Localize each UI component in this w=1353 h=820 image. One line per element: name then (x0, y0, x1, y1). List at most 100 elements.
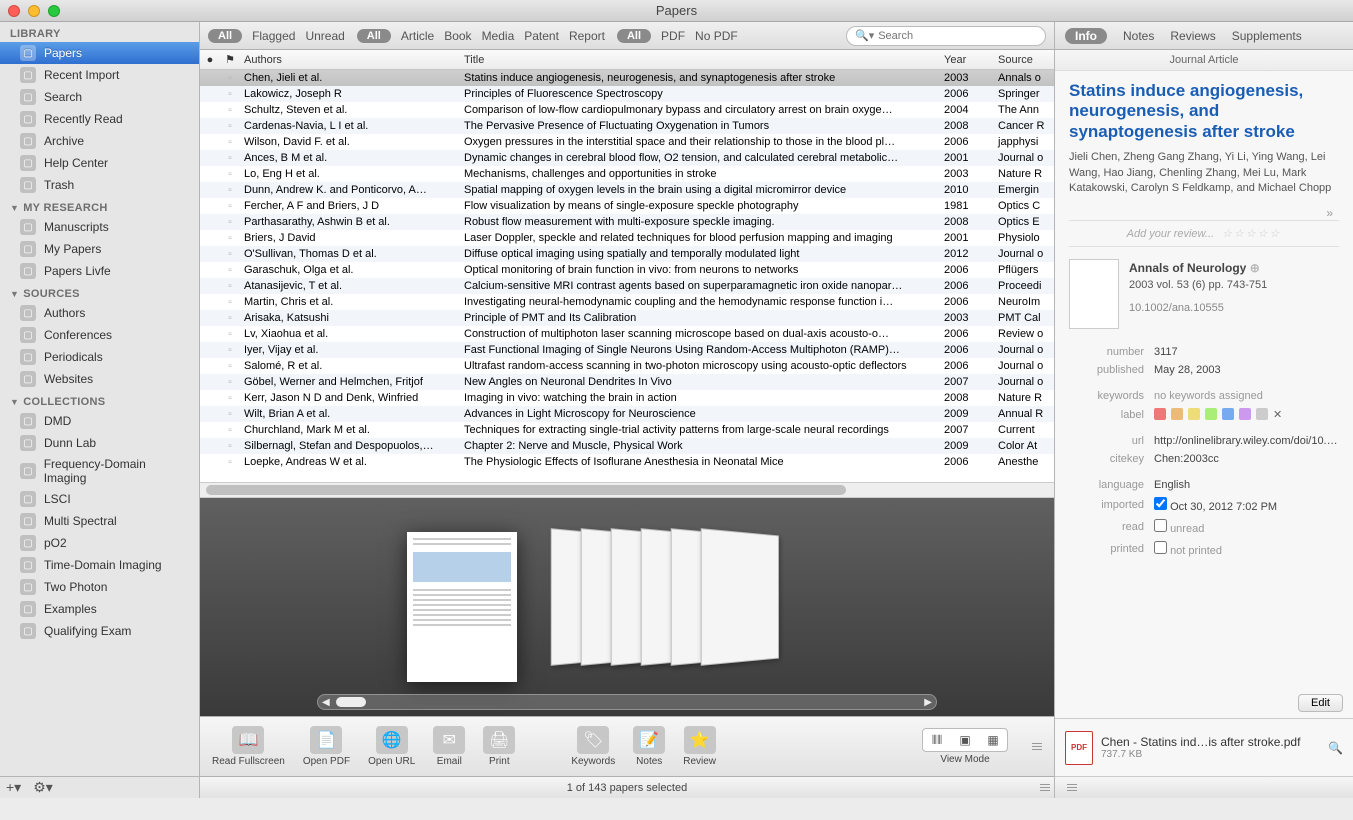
col-title[interactable]: Title (460, 54, 944, 66)
sidebar-item[interactable]: ▢Websites (0, 368, 199, 390)
toolbar-button[interactable]: 🏷Keywords (571, 726, 615, 767)
star-rating[interactable]: ☆☆☆☆☆ (1222, 227, 1281, 240)
sidebar-item[interactable]: ▢Manuscripts (0, 216, 199, 238)
review-prompt[interactable]: Add your review... ☆☆☆☆☆ (1069, 220, 1339, 247)
col-flag[interactable]: ⚑ (220, 53, 240, 66)
table-row[interactable]: ▫Churchland, Mark M et al.Techniques for… (200, 422, 1054, 438)
toolbar-button[interactable]: ⭐Review (683, 726, 716, 767)
minimize-window-button[interactable] (28, 5, 40, 17)
quicklook-icon[interactable]: 🔍 (1328, 741, 1343, 755)
sidebar-section-title[interactable]: ▼MY RESEARCH (0, 196, 199, 216)
view-mode-list-icon[interactable]: ▣ (953, 731, 977, 749)
edit-button[interactable]: Edit (1298, 694, 1343, 712)
search-box[interactable]: 🔍▾ (846, 26, 1046, 46)
filter-all-3[interactable]: All (617, 29, 651, 43)
tab-reviews[interactable]: Reviews (1170, 29, 1215, 43)
sidebar-item[interactable]: ▢LSCI (0, 488, 199, 510)
table-row[interactable]: ▫Atanasijevic, T et al.Calcium-sensitive… (200, 278, 1054, 294)
sidebar-item[interactable]: ▢pO2 (0, 532, 199, 554)
sidebar-item[interactable]: ▢Authors (0, 302, 199, 324)
sidebar-item[interactable]: ▢Recent Import (0, 64, 199, 86)
sidebar-section-title[interactable]: ▼COLLECTIONS (0, 390, 199, 410)
view-mode-grid-icon[interactable]: ▦ (981, 731, 1005, 749)
table-row[interactable]: ▫Garaschuk, Olga et al.Optical monitorin… (200, 262, 1054, 278)
filter-flagged[interactable]: Flagged (252, 29, 295, 43)
table-row[interactable]: ▫Lv, Xiaohua et al.Construction of multi… (200, 326, 1054, 342)
toolbar-button[interactable]: 📝Notes (633, 726, 665, 767)
sidebar-item[interactable]: ▢Recently Read (0, 108, 199, 130)
sidebar-item[interactable]: ▢Qualifying Exam (0, 620, 199, 642)
table-row[interactable]: ▫Arisaka, KatsushiPrinciple of PMT and I… (200, 310, 1054, 326)
tab-notes[interactable]: Notes (1123, 29, 1154, 43)
tab-info[interactable]: Info (1065, 28, 1107, 44)
col-unread[interactable]: ● (200, 54, 220, 66)
filter-media[interactable]: Media (482, 29, 515, 43)
sidebar-item[interactable]: ▢Periodicals (0, 346, 199, 368)
zoom-window-button[interactable] (48, 5, 60, 17)
settings-gear-icon[interactable]: ⚙▾ (33, 779, 53, 796)
meta-url[interactable]: http://onlinelibrary.wiley.com/doi/10.… (1154, 435, 1339, 447)
sidebar-item[interactable]: ▢Dunn Lab (0, 432, 199, 454)
table-row[interactable]: ▫Schultz, Steven et al.Comparison of low… (200, 102, 1054, 118)
table-row[interactable]: ▫Martin, Chris et al.Investigating neura… (200, 294, 1054, 310)
sidebar-item[interactable]: ▢Papers Livfe (0, 260, 199, 282)
table-row[interactable]: ▫Silbernagl, Stefan and Despopuolos,…Cha… (200, 438, 1054, 454)
table-row[interactable]: ▫Fercher, A F and Briers, J DFlow visual… (200, 198, 1054, 214)
table-row[interactable]: ▫Briers, J DavidLaser Doppler, speckle a… (200, 230, 1054, 246)
toolbar-button[interactable]: 📖Read Fullscreen (212, 726, 285, 767)
table-row[interactable]: ▫Salomé, R et al.Ultrafast random-access… (200, 358, 1054, 374)
table-row[interactable]: ▫Wilson, David F. et al.Oxygen pressures… (200, 134, 1054, 150)
table-row[interactable]: ▫Parthasarathy, Ashwin B et al.Robust fl… (200, 214, 1054, 230)
preview-cover[interactable] (407, 532, 517, 682)
sidebar-section-title[interactable]: LIBRARY (0, 22, 199, 42)
sidebar-item[interactable]: ▢DMD (0, 410, 199, 432)
sidebar-item[interactable]: ▢Archive (0, 130, 199, 152)
toolbar-button[interactable]: 🖨Print (483, 726, 515, 767)
toolbar-button[interactable]: ✉Email (433, 726, 465, 767)
sidebar-item[interactable]: ▢Conferences (0, 324, 199, 346)
add-button[interactable]: +▾ (6, 779, 21, 796)
toolbar-button[interactable]: 📄Open PDF (303, 726, 350, 767)
table-row[interactable]: ▫Lo, Eng H et al.Mechanisms, challenges … (200, 166, 1054, 182)
toolbar-button[interactable]: 🌐Open URL (368, 726, 415, 767)
view-mode-barcode-icon[interactable]: ⦀⦀ (925, 731, 949, 749)
sidebar-item[interactable]: ▢Search (0, 86, 199, 108)
table-row[interactable]: ▫Göbel, Werner and Helmchen, FritjofNew … (200, 374, 1054, 390)
sidebar-item[interactable]: ▢Papers (0, 42, 199, 64)
filter-article[interactable]: Article (401, 29, 434, 43)
table-row[interactable]: ▫O'Sullivan, Thomas D et al.Diffuse opti… (200, 246, 1054, 262)
tab-supplements[interactable]: Supplements (1232, 29, 1302, 43)
preview-scroll-left[interactable]: ◀ (322, 697, 330, 708)
table-row[interactable]: ▫Ances, B M et al.Dynamic changes in cer… (200, 150, 1054, 166)
col-source[interactable]: Source (994, 54, 1054, 66)
col-year[interactable]: Year (944, 54, 994, 66)
table-row[interactable]: ▫Loepke, Andreas W et al.The Physiologic… (200, 454, 1054, 470)
filter-all-1[interactable]: All (208, 29, 242, 43)
filter-all-2[interactable]: All (357, 29, 391, 43)
filter-patent[interactable]: Patent (524, 29, 559, 43)
table-row[interactable]: ▫Lakowicz, Joseph RPrinciples of Fluores… (200, 86, 1054, 102)
preview-scrollbar[interactable]: ◀ ▶ (317, 694, 937, 710)
collapse-icon[interactable]: » (1069, 206, 1339, 220)
sidebar-item[interactable]: ▢Examples (0, 598, 199, 620)
horizontal-scrollbar[interactable] (200, 482, 1054, 498)
sidebar-item[interactable]: ▢Frequency-Domain Imaging (0, 454, 199, 488)
table-row[interactable]: ▫Wilt, Brian A et al.Advances in Light M… (200, 406, 1054, 422)
table-row[interactable]: ▫Kerr, Jason N D and Denk, WinfriedImagi… (200, 390, 1054, 406)
sidebar-item[interactable]: ▢Trash (0, 174, 199, 196)
label-swatches[interactable]: ✕ (1154, 408, 1339, 421)
resize-grip-icon[interactable] (1032, 727, 1042, 767)
sidebar-section-title[interactable]: ▼SOURCES (0, 282, 199, 302)
filter-nopdf[interactable]: No PDF (695, 29, 738, 43)
sidebar-item[interactable]: ▢Help Center (0, 152, 199, 174)
filter-book[interactable]: Book (444, 29, 471, 43)
table-row[interactable]: ▫Chen, Jieli et al.Statins induce angiog… (200, 70, 1054, 86)
sidebar-item[interactable]: ▢Multi Spectral (0, 510, 199, 532)
sidebar-item[interactable]: ▢Time-Domain Imaging (0, 554, 199, 576)
paper-list[interactable]: ▫Chen, Jieli et al.Statins induce angiog… (200, 70, 1054, 482)
filter-pdf[interactable]: PDF (661, 29, 685, 43)
sidebar-item[interactable]: ▢Two Photon (0, 576, 199, 598)
sidebar-item[interactable]: ▢My Papers (0, 238, 199, 260)
close-window-button[interactable] (8, 5, 20, 17)
search-input[interactable] (878, 30, 1037, 42)
